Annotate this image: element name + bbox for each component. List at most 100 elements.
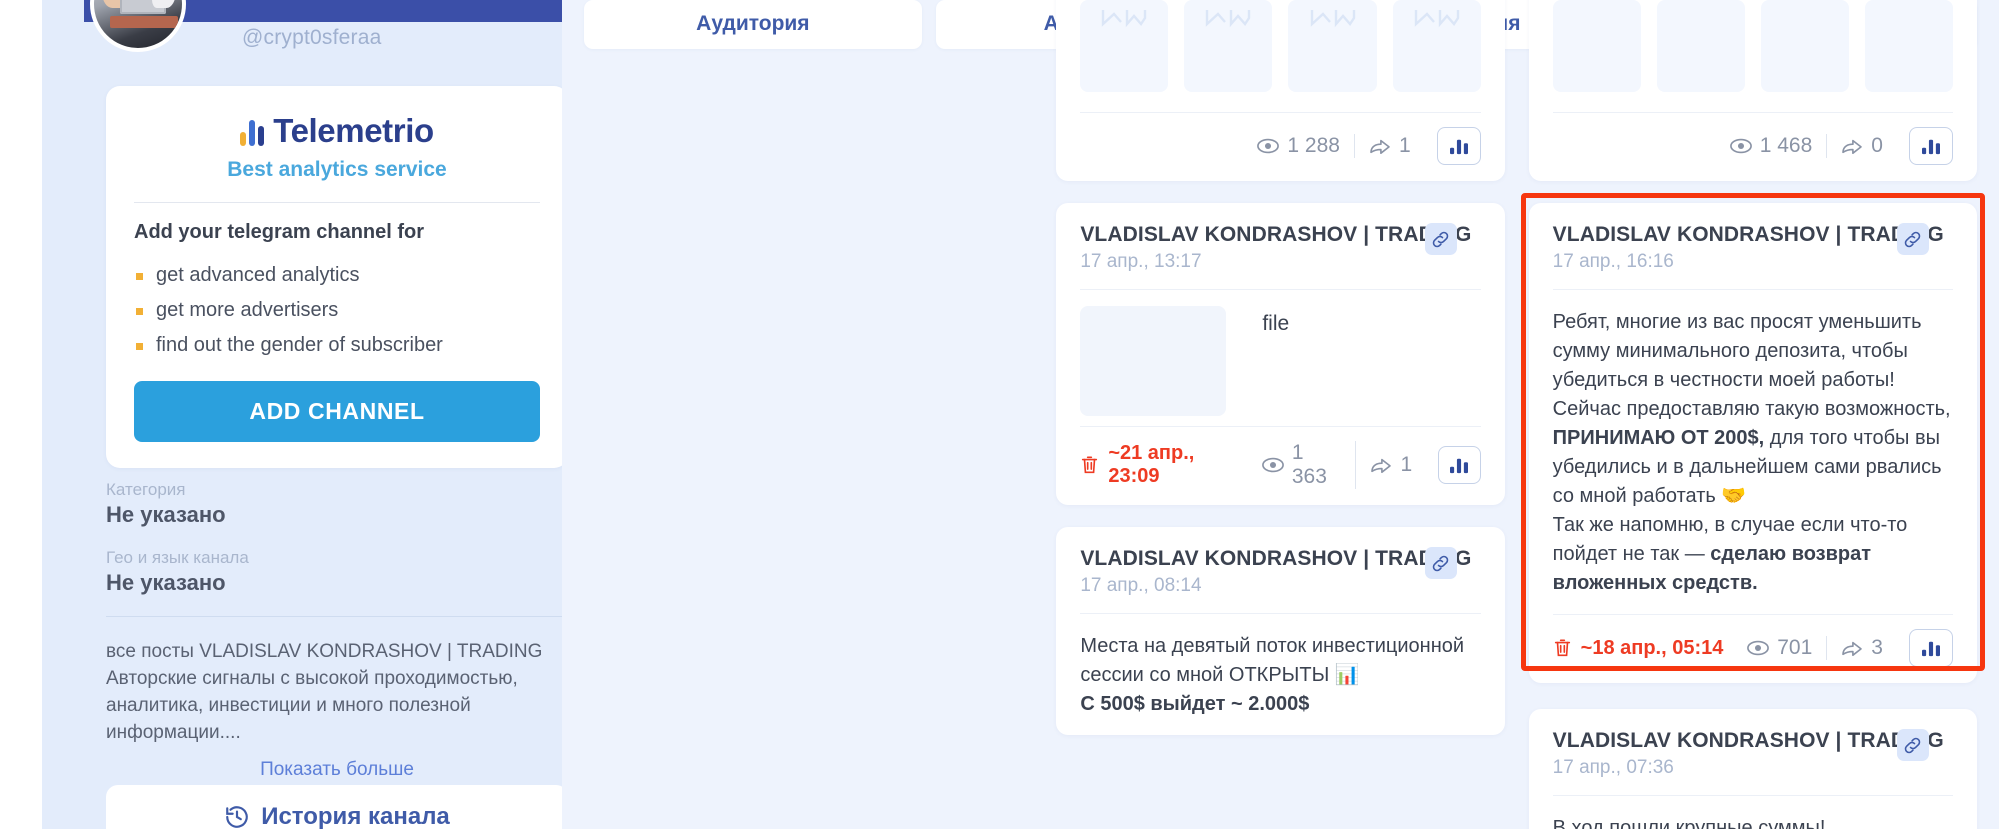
post-channel-title: VLADISLAV KONDRASHOV | TRADING	[1552, 729, 1944, 752]
image-placeholder	[1288, 0, 1377, 92]
channel-meta-block: Категория Не указано Гео и язык канала Н…	[106, 480, 562, 781]
shares-stat: 1	[1356, 453, 1426, 477]
image-placeholder	[1080, 0, 1169, 92]
image-placeholder-icon	[1310, 8, 1356, 32]
post-link-button[interactable]	[1896, 729, 1929, 761]
post-card[interactable]: VLADISLAV KONDRASHOV | TRADING 17 апр., …	[1056, 527, 1505, 735]
meta-value-category: Не указано	[106, 502, 226, 527]
shares-count: 3	[1871, 636, 1883, 659]
post-card[interactable]: 1 288 1	[1056, 0, 1505, 181]
post-link-button[interactable]	[1896, 223, 1929, 255]
post-link-button[interactable]	[1424, 223, 1457, 255]
logo-text: Telemetrio	[273, 112, 434, 149]
sidebar-content: @crypt0sferaa Telemetrio Best analytics …	[42, 0, 562, 829]
history-clock-icon	[224, 804, 250, 829]
eye-icon	[1261, 457, 1284, 473]
image-placeholder	[1392, 0, 1481, 92]
post-link-button[interactable]	[1424, 547, 1457, 579]
promo-heading: Add your telegram channel for	[134, 221, 425, 243]
logo-tagline: Best analytics service	[227, 158, 447, 181]
image-placeholder-icon	[1101, 8, 1147, 32]
trash-icon	[1080, 455, 1099, 475]
post-text: Места на девятый поток инвестиционной се…	[1080, 614, 1480, 735]
post-stats: 1 288 1	[1243, 127, 1481, 165]
post-stats: 1 363 1	[1248, 441, 1481, 489]
meta-divider	[106, 616, 562, 617]
post-stats: 701 3	[1733, 629, 1953, 667]
show-more-link[interactable]: Показать больше	[106, 759, 562, 781]
promo-bullet: get advanced analytics	[134, 258, 540, 293]
shares-stat: 1	[1355, 134, 1425, 158]
meta-label-category: Категория	[106, 480, 186, 499]
post-text: В ход пошли крупные суммы! Это перевод о…	[1553, 796, 1953, 829]
column-publications: 1 468 0 VLADISLAV KONDRASHOV | TRADING 1…	[1520, 0, 1985, 829]
image-placeholder-icon	[1205, 8, 1251, 32]
post-card[interactable]: 1 468 0	[1528, 0, 1977, 181]
highlighted-post-wrapper: VLADISLAV KONDRASHOV | TRADING 17 апр., …	[1520, 193, 1985, 683]
post-channel-title: VLADISLAV KONDRASHOV | TRADING	[1080, 223, 1472, 246]
views-count: 701	[1777, 636, 1813, 659]
post-stats: 1 468 0	[1716, 127, 1953, 165]
post-date: 17 апр., 16:16	[1552, 251, 1674, 272]
post-header: VLADISLAV KONDRASHOV | TRADING 17 апр., …	[1080, 527, 1480, 597]
promo-divider	[134, 202, 540, 203]
meta-value-geo: Не указано	[106, 570, 226, 595]
post-chart-button[interactable]	[1908, 629, 1953, 667]
channel-avatar[interactable]	[90, 0, 186, 52]
post-chart-button[interactable]	[1908, 127, 1953, 165]
shares-count: 1	[1400, 453, 1413, 476]
trash-icon	[1553, 638, 1572, 658]
column-mentions: 1 288 1 VLADISLAV KONDRASHOV | TRADING 1…	[1056, 0, 1505, 829]
post-chart-button[interactable]	[1436, 127, 1481, 165]
post-header: VLADISLAV KONDRASHOV | TRADING 17 апр., …	[1553, 203, 1953, 273]
eye-icon	[1729, 138, 1752, 154]
promo-card: Telemetrio Best analytics service Add yo…	[106, 86, 562, 468]
post-text-line: Сейчас предоставляю такую возможность, П…	[1552, 398, 1951, 507]
logo-bars-icon	[240, 116, 265, 146]
post-card[interactable]: VLADISLAV KONDRASHOV | TRADING 17 апр., …	[1528, 709, 1977, 829]
views-stat: 1 288	[1243, 134, 1355, 158]
post-delete-time: ~18 апр., 05:14	[1553, 636, 1724, 660]
main-content: Аудитория Активность Упоминания Публикац…	[562, 0, 1999, 829]
post-footer: 1 288 1	[1080, 112, 1481, 181]
post-delete-time: ~21 апр., 23:09	[1080, 442, 1248, 488]
post-text-line: Ребят, многие из вас просят уменьшить су…	[1552, 311, 1922, 391]
channel-history-button[interactable]: История канала	[106, 785, 562, 829]
image-placeholder	[1184, 0, 1273, 92]
promo-bullet: get more advertisers	[134, 293, 540, 328]
post-channel-title: VLADISLAV KONDRASHOV | TRADING	[1552, 223, 1944, 246]
share-icon	[1841, 639, 1863, 657]
eye-icon	[1257, 138, 1280, 154]
post-channel-title: VLADISLAV KONDRASHOV | TRADING	[1080, 547, 1472, 570]
views-stat: 701	[1733, 636, 1828, 660]
share-icon	[1841, 137, 1863, 155]
shares-stat: 0	[1827, 134, 1897, 158]
image-placeholder	[1864, 0, 1953, 92]
avatar-hand-right	[152, 0, 176, 8]
post-footer: ~18 апр., 05:14 701 3	[1552, 614, 1953, 683]
post-text-line: В ход пошли крупные суммы!	[1552, 817, 1826, 829]
history-button-label: История канала	[261, 803, 450, 829]
views-stat: 1 363	[1248, 441, 1357, 489]
post-text: Ребят, многие из вас просят уменьшить су…	[1553, 290, 1953, 614]
post-delete-time-label: ~18 апр., 05:14	[1580, 636, 1724, 659]
views-count: 1 288	[1287, 134, 1340, 157]
post-card[interactable]: VLADISLAV KONDRASHOV | TRADING 17 апр., …	[1056, 203, 1505, 505]
post-thumbnails	[1080, 0, 1481, 96]
shares-count: 1	[1398, 134, 1411, 157]
post-text-line: Так же напомню, в случае если что-то пой…	[1552, 514, 1908, 594]
post-chart-button[interactable]	[1438, 446, 1481, 484]
post-date: 17 апр., 07:36	[1552, 757, 1674, 778]
channel-sidebar: @crypt0sferaa Telemetrio Best analytics …	[0, 0, 562, 829]
post-header: VLADISLAV KONDRASHOV | TRADING 17 апр., …	[1553, 709, 1953, 779]
eye-icon	[1747, 640, 1770, 656]
promo-bullet: find out the gender of subscriber	[134, 328, 540, 363]
post-date: 17 апр., 13:17	[1080, 251, 1202, 272]
posts-columns: 1 288 1 VLADISLAV KONDRASHOV | TRADING 1…	[584, 0, 1985, 829]
post-card[interactable]: VLADISLAV KONDRASHOV | TRADING 17 апр., …	[1528, 203, 1977, 683]
meta-label-geo: Гео и язык канала	[106, 548, 249, 567]
post-text-line: С 500$ выйдет ~ 2.000$	[1080, 693, 1310, 715]
add-channel-button[interactable]: ADD CHANNEL	[134, 381, 540, 442]
post-file-attachment[interactable]: file	[1080, 290, 1480, 426]
post-date: 17 апр., 08:14	[1080, 575, 1202, 596]
